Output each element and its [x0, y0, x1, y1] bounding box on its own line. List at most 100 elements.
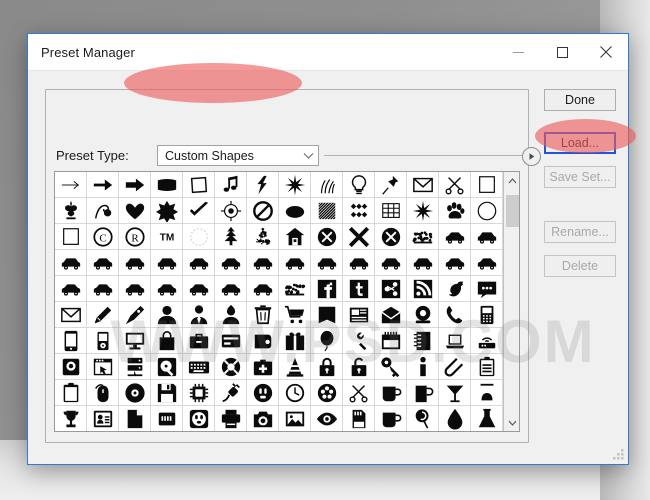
preset-cell-user-upload[interactable]	[215, 302, 247, 328]
preset-cell-blank-square[interactable]	[471, 172, 503, 198]
preset-cell-drink-cup[interactable]	[375, 406, 407, 432]
preset-cell-trademark[interactable]: TM	[151, 224, 183, 250]
resize-grip-icon[interactable]	[611, 447, 625, 461]
preset-cell-eye[interactable]	[311, 406, 343, 432]
preset-cell-heart[interactable]	[119, 198, 151, 224]
preset-cell-browser-window[interactable]	[87, 354, 119, 380]
preset-cell-grass[interactable]	[311, 172, 343, 198]
preset-cell-music-note[interactable]	[215, 172, 247, 198]
preset-cell-car-10[interactable]	[119, 276, 151, 302]
maximize-icon[interactable]	[540, 34, 584, 70]
scroll-up-arrow-icon[interactable]	[504, 172, 521, 189]
preset-cell-car-suv-2[interactable]	[343, 250, 375, 276]
preset-cell-telephone-retro[interactable]	[407, 302, 439, 328]
preset-cell-balloon[interactable]	[311, 328, 343, 354]
preset-cell-user-tie[interactable]	[183, 302, 215, 328]
preset-cell-server-rack[interactable]	[119, 354, 151, 380]
preset-cell-car-14[interactable]	[247, 276, 279, 302]
preset-cell-truck-2[interactable]	[151, 250, 183, 276]
grid-scrollbar[interactable]	[503, 172, 520, 431]
preset-cell-microchip[interactable]	[183, 380, 215, 406]
preset-cell-tools-wrench[interactable]	[343, 328, 375, 354]
preset-cell-x-bold[interactable]	[343, 224, 375, 250]
preset-cell-camera[interactable]	[247, 406, 279, 432]
preset-cell-lollipop[interactable]	[407, 406, 439, 432]
preset-cell-car-wagon[interactable]	[471, 224, 503, 250]
minimize-icon[interactable]	[496, 34, 540, 70]
preset-cell-bird[interactable]	[439, 276, 471, 302]
preset-cell-fireworks[interactable]	[279, 276, 311, 302]
preset-cell-paperclip[interactable]	[439, 354, 471, 380]
preset-cell-car-wagon-2[interactable]	[279, 250, 311, 276]
preset-cell-shopping-cart[interactable]	[279, 302, 311, 328]
preset-cell-registered[interactable]: R	[119, 224, 151, 250]
preset-cell-arrow-right[interactable]	[87, 172, 119, 198]
preset-cell-martini-glass[interactable]	[471, 380, 503, 406]
preset-cell-car-1[interactable]	[87, 250, 119, 276]
preset-cell-notebook-spiral[interactable]	[407, 328, 439, 354]
preset-cell-webcam[interactable]	[55, 354, 87, 380]
preset-cell-first-aid-kit[interactable]	[247, 354, 279, 380]
preset-grid-panel[interactable]: C R TM	[54, 171, 520, 432]
preset-icon-grid[interactable]: C R TM	[55, 172, 503, 431]
preset-cell-speech-bubble[interactable]	[471, 276, 503, 302]
preset-cell-user[interactable]	[151, 302, 183, 328]
preset-cell-disc[interactable]	[119, 380, 151, 406]
preset-cell-coffee-mug[interactable]	[375, 380, 407, 406]
preset-cell-id-badge[interactable]	[87, 406, 119, 432]
preset-cell-car-hatch[interactable]	[247, 250, 279, 276]
preset-cell-lightning-bolt[interactable]	[247, 172, 279, 198]
done-button[interactable]: Done	[544, 89, 616, 111]
preset-cell-traffic-cone[interactable]	[279, 354, 311, 380]
preset-cell-car-12[interactable]	[183, 276, 215, 302]
preset-cell-car-7[interactable]	[471, 250, 503, 276]
preset-cell-flask[interactable]	[471, 406, 503, 432]
preset-cell-fleur-de-lis[interactable]	[55, 198, 87, 224]
preset-type-dropdown[interactable]: Custom Shapes	[157, 145, 319, 166]
preset-cell-scissors[interactable]	[439, 172, 471, 198]
preset-cell-splat[interactable]	[151, 198, 183, 224]
preset-cell-arrow-block-right[interactable]	[119, 172, 151, 198]
panel-menu-button[interactable]	[522, 147, 541, 166]
preset-cell-car-coupe[interactable]	[215, 250, 247, 276]
preset-cell-rss[interactable]	[407, 276, 439, 302]
preset-cell-crowd[interactable]	[407, 224, 439, 250]
load-button[interactable]: Load...	[544, 132, 616, 154]
preset-cell-smartphone[interactable]	[55, 328, 87, 354]
preset-cell-laptop[interactable]	[439, 328, 471, 354]
preset-cell-checkmark[interactable]	[183, 198, 215, 224]
preset-cell-pen-nib[interactable]	[119, 302, 151, 328]
preset-cell-car-van[interactable]	[55, 250, 87, 276]
preset-cell-beer-mug[interactable]	[407, 380, 439, 406]
preset-cell-clock[interactable]	[279, 380, 311, 406]
preset-cell-clipboard-lines[interactable]	[471, 354, 503, 380]
preset-cell-arrow-thin-right[interactable]	[55, 172, 87, 198]
preset-cell-power-plug[interactable]	[247, 380, 279, 406]
preset-cell-hard-drive[interactable]	[151, 354, 183, 380]
preset-cell-facebook[interactable]	[311, 276, 343, 302]
preset-cell-mobile-keypad[interactable]	[471, 302, 503, 328]
preset-cell-mail-x[interactable]	[55, 302, 87, 328]
preset-cell-trash-can[interactable]	[247, 302, 279, 328]
close-icon[interactable]	[584, 34, 628, 70]
preset-cell-lightbulb[interactable]	[343, 172, 375, 198]
preset-cell-floppy-disk[interactable]	[151, 380, 183, 406]
preset-cell-gift-box[interactable]	[279, 328, 311, 354]
preset-cell-pickup-3[interactable]	[375, 250, 407, 276]
preset-cell-grid-square[interactable]	[375, 198, 407, 224]
preset-cell-wallet[interactable]	[247, 328, 279, 354]
preset-cell-twitter[interactable]	[343, 276, 375, 302]
preset-cell-keyboard[interactable]	[183, 354, 215, 380]
preset-cell-car-11[interactable]	[151, 276, 183, 302]
preset-cell-printer[interactable]	[215, 406, 247, 432]
preset-cell-blob[interactable]	[279, 198, 311, 224]
preset-cell-square-outline[interactable]	[55, 224, 87, 250]
preset-cell-paw[interactable]	[439, 198, 471, 224]
preset-cell-car-side[interactable]	[439, 224, 471, 250]
preset-cell-shopping-bag[interactable]	[151, 328, 183, 354]
preset-cell-memory-card[interactable]	[343, 406, 375, 432]
preset-cell-minivan[interactable]	[407, 250, 439, 276]
preset-cell-mp3-player[interactable]	[87, 328, 119, 354]
preset-cell-life-ring[interactable]	[215, 354, 247, 380]
scroll-down-arrow-icon[interactable]	[504, 414, 521, 431]
